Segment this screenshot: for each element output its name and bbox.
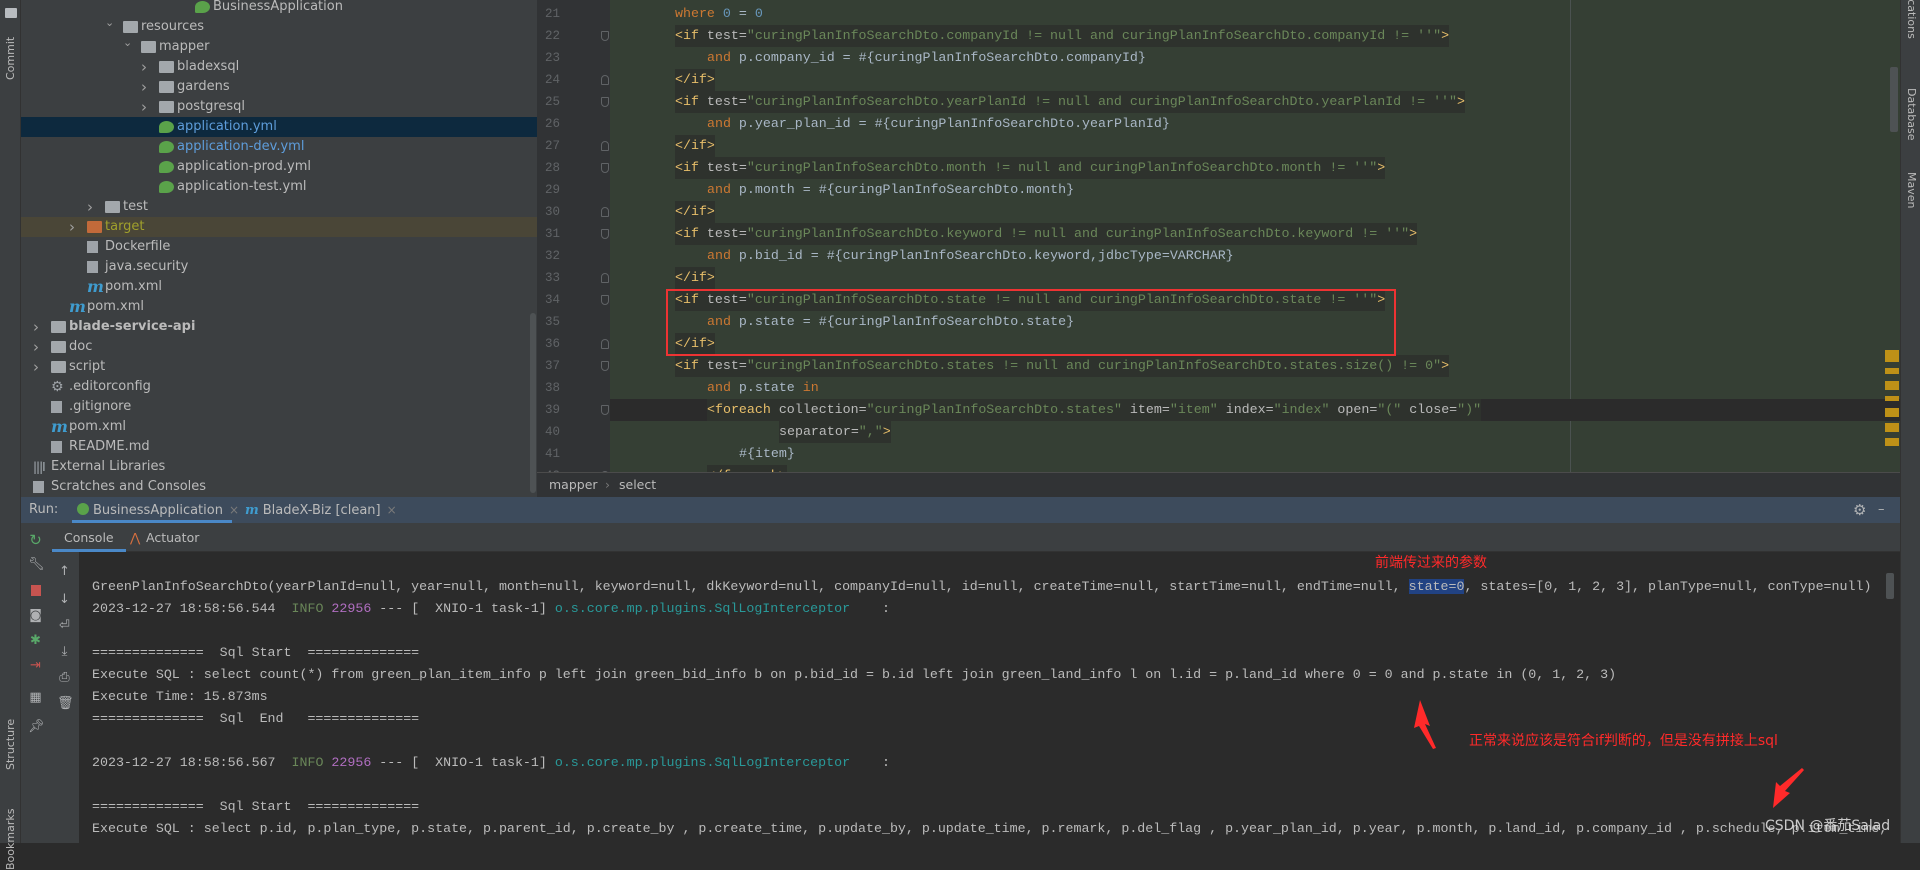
arrow-down-icon [1773,768,1804,808]
watermark: CSDN @番茄Salad [1765,818,1891,834]
annotation-arrows [1414,700,1804,808]
arrow-up-icon [1414,700,1436,749]
